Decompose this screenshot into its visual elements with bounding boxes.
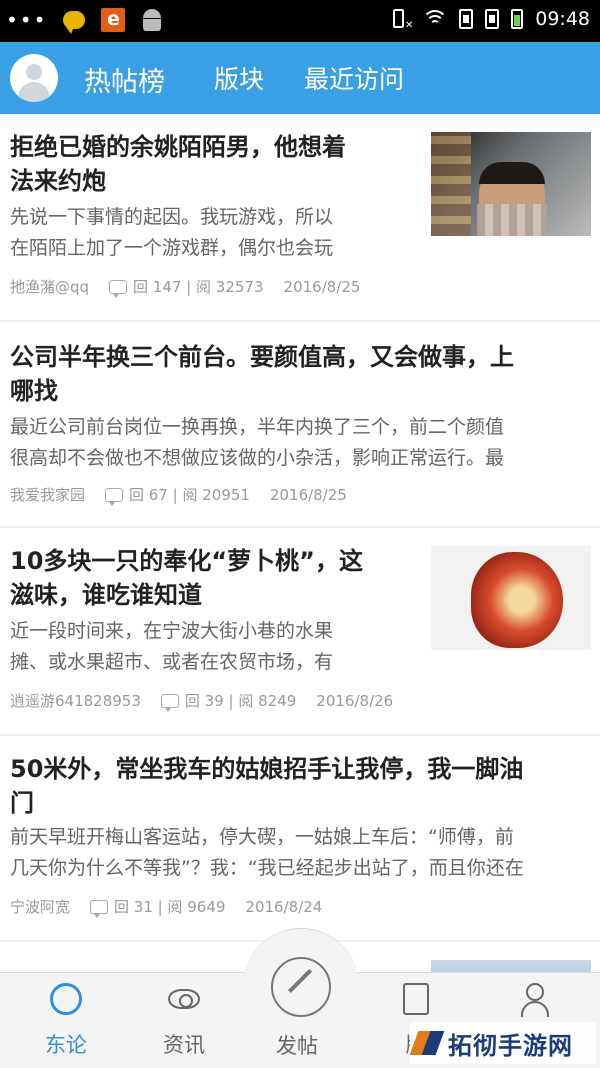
tab-sections[interactable]: 版块 (214, 60, 264, 96)
post-title: 公司半年换三个前台。要颜值高，又会做事，上 哪找 (10, 343, 514, 405)
pen-circle-icon (271, 957, 331, 1017)
new-post-button[interactable] (243, 928, 359, 1045)
post-meta: 扡渔潴@qq 回 147 | 阅 32573 2016/8/25 (10, 276, 361, 298)
user-icon (518, 983, 550, 1017)
post-card[interactable]: 拒绝已婚的余姚陌陌男，他想着 法来约炮 先说一下事情的起因。我玩游戏，所以 在陌陌上… (0, 114, 600, 320)
app-header: 热帖榜 版块 最近访问 (0, 42, 600, 114)
post-author[interactable]: 扡渔潴@qq (10, 276, 89, 297)
post-date: 2016/8/24 (245, 897, 323, 916)
comment-icon (105, 487, 124, 506)
post-card[interactable]: 公司半年换三个前台。要颜值高，又会做事，上 哪找 最近公司前台岗位一换再换，半年内… (0, 322, 600, 526)
tab-hot-posts[interactable]: 热帖榜 (84, 60, 165, 99)
avatar[interactable] (10, 54, 58, 102)
no-sim-phone-icon: ✕ (393, 9, 413, 31)
post-stats: 回 39 | 阅 8249 (184, 692, 297, 710)
post-thumbnail[interactable] (431, 546, 591, 650)
more-notifications-icon: ••• (6, 8, 48, 32)
post-author[interactable]: 逍遥游641828953 (10, 690, 141, 711)
post-author[interactable]: 我爱我家园 (10, 484, 85, 505)
post-snippet: 近一段时间来，在宁波大街小巷的水果 摊、或水果超市、或者在农贸市场，有 (10, 620, 334, 673)
post-title: 10多块一只的奉化“萝卜桃”，这 滋味，谁吃谁知道 (10, 547, 363, 609)
post-card[interactable]: 10多块一只的奉化“萝卜桃”，这 滋味，谁吃谁知道 近一段时间来，在宁波大街小巷的… (0, 528, 600, 734)
post-author[interactable]: 宁波阿宽 (10, 896, 70, 917)
watermark-logo-icon (409, 1029, 445, 1057)
post-snippet: 最近公司前台岗位一换再换，半年内换了三个，前二个颜值 很高却不会做也不想做应该做的… (10, 416, 505, 469)
wifi-icon (422, 10, 449, 28)
status-bar: ••• e ✕ 09:48 (0, 0, 600, 42)
post-date: 2016/8/26 (316, 691, 394, 710)
post-date: 2016/8/25 (283, 277, 361, 296)
tab-forum-label: 东论 (45, 1033, 87, 1057)
post-thumbnail[interactable] (431, 132, 591, 236)
new-post-label: 发帖 (276, 1034, 318, 1058)
tab-news-label: 资讯 (163, 1033, 205, 1057)
watermark-text: 拓彻手游网 (448, 1031, 573, 1060)
android-icon (141, 9, 163, 31)
comment-icon (109, 279, 128, 298)
post-snippet: 前天早班开梅山客运站，停大碶，一姑娘上车后：“师傅，前 几天你为什么不等我”？我：… (10, 826, 524, 879)
post-title: 拒绝已婚的余姚陌陌男，他想着 法来约炮 (10, 133, 346, 195)
comment-icon (90, 899, 109, 918)
e-app-icon: e (101, 8, 126, 32)
chat-notification-icon (63, 11, 86, 34)
watermark: 拓彻手游网 (409, 1022, 596, 1064)
post-title: 50米外，常坐我车的姑娘招手让我停，我一脚油门 (10, 755, 524, 817)
post-stats: 回 147 | 阅 32573 (133, 278, 264, 296)
tab-forum[interactable]: 东论 (16, 973, 116, 1068)
eye-icon (168, 989, 200, 1009)
post-meta: 我爱我家园 回 67 | 阅 20951 2016/8/25 (10, 484, 347, 506)
post-meta: 宁波阿宽 回 31 | 阅 9649 2016/8/24 (10, 896, 323, 918)
battery-icon (511, 9, 524, 29)
tab-recent-visits[interactable]: 最近访问 (304, 60, 404, 96)
post-date: 2016/8/25 (269, 485, 347, 504)
comment-icon (160, 693, 179, 712)
post-stats: 回 67 | 阅 20951 (129, 486, 250, 504)
post-snippet: 先说一下事情的起因。我玩游戏，所以 在陌陌上加了一个游戏群，偶尔也会玩 (10, 206, 334, 259)
post-card[interactable]: 50米外，常坐我车的姑娘招手让我停，我一脚油门 前天早班开梅山客运站，停大碶，一… (0, 736, 600, 940)
chat-bubble-icon (50, 983, 82, 1015)
post-meta: 逍遥游641828953 回 39 | 阅 8249 2016/8/26 (10, 690, 394, 712)
document-icon (403, 983, 429, 1015)
status-time: 09:48 (535, 8, 590, 30)
tab-news[interactable]: 资讯 (134, 973, 234, 1068)
post-stats: 回 31 | 阅 9649 (114, 898, 226, 916)
sim2-icon (485, 9, 500, 29)
sim1-icon (459, 9, 474, 29)
